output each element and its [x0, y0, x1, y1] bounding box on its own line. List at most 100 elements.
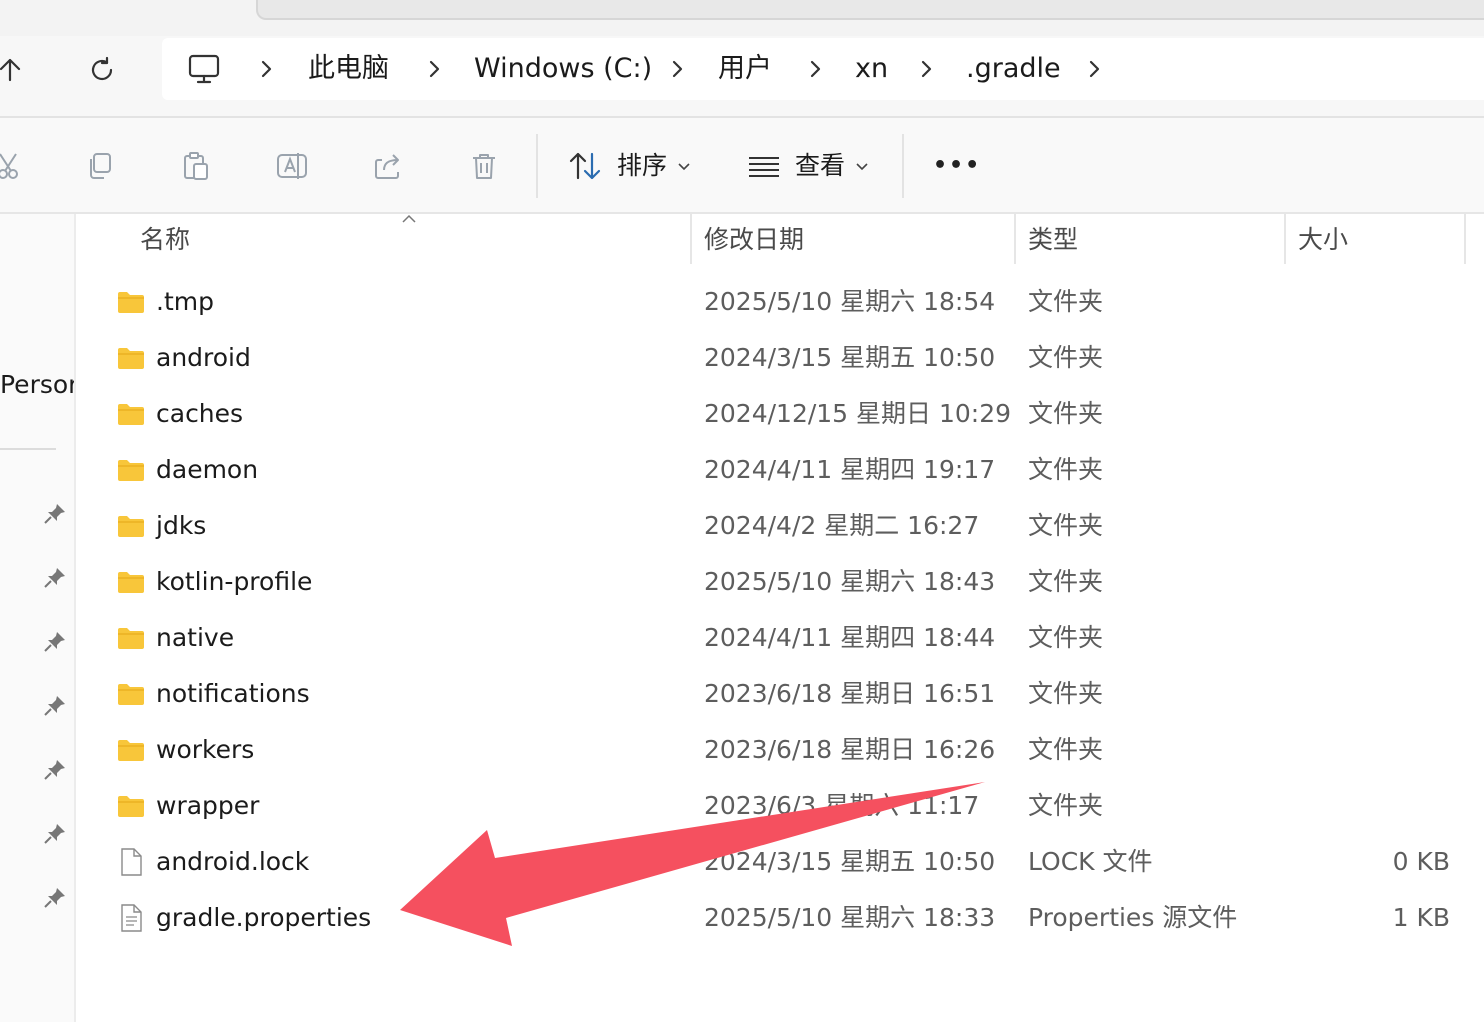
file-name: jdks [156, 511, 207, 540]
pin-icon[interactable] [42, 629, 68, 655]
chevron-right-icon[interactable] [665, 57, 689, 81]
file-date: 2024/4/11 星期四 18:44 [704, 623, 996, 652]
file-row[interactable]: daemon 2024/4/11 星期四 19:17 文件夹 [78, 442, 1484, 498]
folder-icon [116, 679, 146, 709]
breadcrumb-item-this-pc[interactable]: 此电脑 [308, 38, 389, 100]
column-separator[interactable] [1284, 214, 1286, 264]
file-name: gradle.properties [156, 903, 372, 932]
file-date: 2025/5/10 星期六 18:33 [704, 903, 996, 932]
file-row[interactable]: .tmp 2025/5/10 星期六 18:54 文件夹 [78, 274, 1484, 330]
file-date: 2024/4/11 星期四 19:17 [704, 455, 996, 484]
file-type: Properties 源文件 [1028, 903, 1238, 932]
breadcrumb-item-gradle[interactable]: .gradle [966, 38, 1061, 100]
file-date: 2024/3/15 星期五 10:50 [704, 343, 996, 372]
file-row[interactable]: gradle.properties 2025/5/10 星期六 18:33 Prop… [78, 890, 1484, 946]
paste-icon[interactable] [176, 146, 216, 186]
file-date: 2023/6/18 星期日 16:26 [704, 735, 996, 764]
file-row[interactable]: native 2024/4/11 星期四 18:44 文件夹 [78, 610, 1484, 666]
copy-icon[interactable] [80, 146, 120, 186]
rename-icon[interactable] [272, 146, 312, 186]
column-separator[interactable] [1464, 214, 1466, 264]
file-row[interactable]: caches 2024/12/15 星期日 10:29 文件夹 [78, 386, 1484, 442]
file-row[interactable]: wrapper 2023/6/3 星期六 11:17 文件夹 [78, 778, 1484, 834]
chevron-right-icon[interactable] [1082, 57, 1106, 81]
column-header-name[interactable]: 名称 [140, 214, 190, 264]
file-date: 2025/5/10 星期六 18:43 [704, 567, 996, 596]
file-row[interactable]: android 2024/3/15 星期五 10:50 文件夹 [78, 330, 1484, 386]
pin-icon[interactable] [42, 757, 68, 783]
chevron-down-icon[interactable] [677, 160, 691, 174]
title-tab-strip [0, 0, 1484, 36]
column-header-type[interactable]: 类型 [1028, 214, 1078, 264]
file-type: 文件夹 [1028, 735, 1104, 764]
column-separator[interactable] [1014, 214, 1016, 264]
chevron-right-icon[interactable] [914, 57, 938, 81]
file-name: workers [156, 735, 255, 764]
file-type: 文件夹 [1028, 343, 1104, 372]
file-date: 2024/3/15 星期五 10:50 [704, 847, 996, 876]
file-name: notifications [156, 679, 310, 708]
file-name: daemon [156, 455, 259, 484]
navigation-pane: Persor [0, 214, 76, 1022]
sort-ascending-icon [402, 214, 416, 223]
file-name: caches [156, 399, 244, 428]
up-arrow-icon[interactable] [0, 50, 36, 90]
command-toolbar: 排序 查看 ••• [0, 118, 1484, 214]
pin-icon[interactable] [42, 501, 68, 527]
cut-icon[interactable] [0, 146, 32, 186]
pin-icon[interactable] [42, 693, 68, 719]
column-separator[interactable] [690, 214, 692, 264]
view-icon[interactable] [744, 146, 784, 186]
tab-edge [256, 0, 1484, 20]
sort-button[interactable]: 排序 [617, 146, 667, 186]
chevron-right-icon[interactable] [254, 57, 278, 81]
breadcrumb-item-xn[interactable]: xn [855, 38, 888, 100]
file-size: 1 KB [1392, 903, 1450, 932]
file-type: 文件夹 [1028, 791, 1104, 820]
file-type: LOCK 文件 [1028, 847, 1153, 876]
breadcrumb-item-users[interactable]: 用户 [718, 38, 772, 100]
pin-icon[interactable] [42, 565, 68, 591]
file-type: 文件夹 [1028, 623, 1104, 652]
file-name: android.lock [156, 847, 310, 876]
folder-icon [116, 791, 146, 821]
folder-icon [116, 455, 146, 485]
file-size: 0 KB [1392, 847, 1450, 876]
folder-icon [116, 399, 146, 429]
address-bar[interactable]: 此电脑 Windows (C:) 用户 xn .gradle [162, 38, 1484, 100]
file-type: 文件夹 [1028, 511, 1104, 540]
column-header-date[interactable]: 修改日期 [704, 214, 804, 264]
computer-icon[interactable] [186, 51, 222, 87]
nav-item-personal[interactable]: Persor [0, 370, 74, 399]
toolbar-separator [902, 134, 904, 198]
refresh-icon[interactable] [76, 50, 128, 90]
more-options-button[interactable]: ••• [933, 146, 981, 186]
file-icon [116, 847, 146, 877]
text-file-icon [116, 903, 146, 933]
view-button[interactable]: 查看 [795, 146, 845, 186]
toolbar-separator [536, 134, 538, 198]
folder-icon [116, 623, 146, 653]
file-row[interactable]: android.lock 2024/3/15 星期五 10:50 LOCK 文件 0 … [78, 834, 1484, 890]
nav-divider [0, 448, 56, 450]
file-name: android [156, 343, 251, 372]
file-type: 文件夹 [1028, 455, 1104, 484]
file-row[interactable]: notifications 2023/6/18 星期日 16:51 文件夹 [78, 666, 1484, 722]
file-row[interactable]: kotlin-profile 2025/5/10 星期六 18:43 文件夹 [78, 554, 1484, 610]
file-date: 2024/4/2 星期二 16:27 [704, 511, 980, 540]
pin-icon[interactable] [42, 885, 68, 911]
delete-icon[interactable] [464, 146, 504, 186]
pin-icon[interactable] [42, 821, 68, 847]
chevron-right-icon[interactable] [422, 57, 446, 81]
file-name: wrapper [156, 791, 260, 820]
breadcrumb-item-windows-c[interactable]: Windows (C:) [474, 38, 652, 100]
chevron-right-icon[interactable] [803, 57, 827, 81]
chevron-down-icon[interactable] [855, 160, 869, 174]
folder-icon [116, 735, 146, 765]
share-icon[interactable] [368, 146, 408, 186]
column-header-size[interactable]: 大小 [1298, 214, 1348, 264]
file-row[interactable]: workers 2023/6/18 星期日 16:26 文件夹 [78, 722, 1484, 778]
file-date: 2023/6/18 星期日 16:51 [704, 679, 996, 708]
sort-icon[interactable] [566, 146, 606, 186]
file-row[interactable]: jdks 2024/4/2 星期二 16:27 文件夹 [78, 498, 1484, 554]
